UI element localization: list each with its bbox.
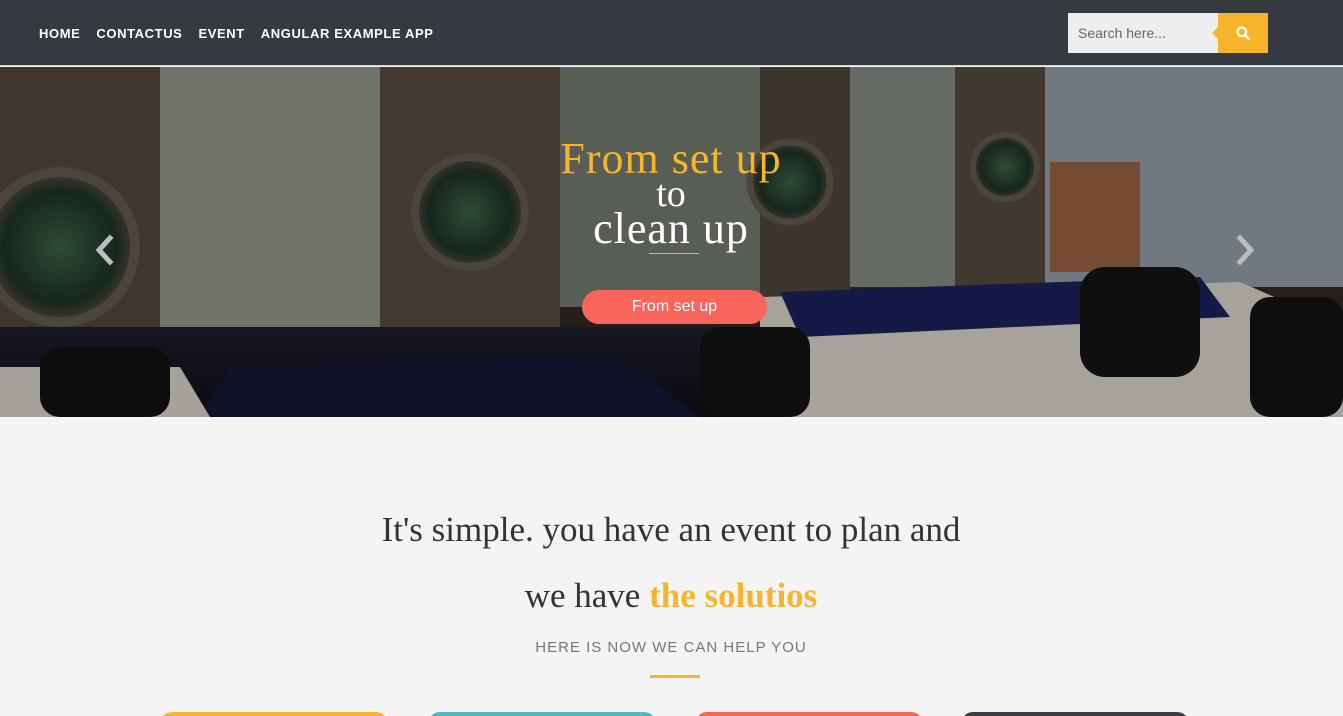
nav-item-contactus[interactable]: CONTACTUS	[96, 26, 182, 41]
nav-item-home[interactable]: HOME	[39, 26, 80, 41]
hero-cta-button[interactable]: From set up	[582, 290, 767, 324]
intro-heading-line-2: we have the solutios	[271, 576, 1071, 616]
search-box	[1068, 13, 1268, 53]
service-card-teal[interactable]	[428, 712, 656, 716]
nav-item-event[interactable]: EVENT	[198, 26, 244, 41]
intro-heading-highlight: the solutios	[649, 576, 818, 615]
service-card-yellow[interactable]	[160, 712, 388, 716]
intro-heading-line-1: It's simple. you have an event to plan a…	[381, 510, 961, 549]
chevron-left-icon	[95, 234, 114, 266]
chevron-right-icon	[1236, 234, 1255, 266]
search-icon	[1236, 26, 1250, 40]
service-card-dark[interactable]	[961, 712, 1189, 716]
carousel-next-button[interactable]	[1232, 232, 1258, 268]
nav-item-angular-example-app[interactable]: ANGULAR EXAMPLE APP	[261, 26, 434, 41]
service-card-coral[interactable]	[695, 712, 923, 716]
hero-carousel: From set up to clean up From set up	[0, 67, 1343, 417]
intro-subtitle: HERE IS NOW WE CAN HELP YOU	[535, 639, 807, 656]
main-nav: HOME CONTACTUS EVENT ANGULAR EXAMPLE APP	[39, 0, 450, 66]
hero-title-underline	[649, 253, 699, 254]
search-button[interactable]	[1212, 13, 1268, 53]
intro-heading-prefix: we have	[524, 576, 650, 615]
search-input[interactable]	[1068, 13, 1218, 53]
top-navbar: HOME CONTACTUS EVENT ANGULAR EXAMPLE APP	[0, 0, 1343, 66]
carousel-prev-button[interactable]	[92, 232, 118, 268]
intro-divider	[650, 675, 700, 678]
hero-title-line-3: clean up	[593, 204, 749, 253]
